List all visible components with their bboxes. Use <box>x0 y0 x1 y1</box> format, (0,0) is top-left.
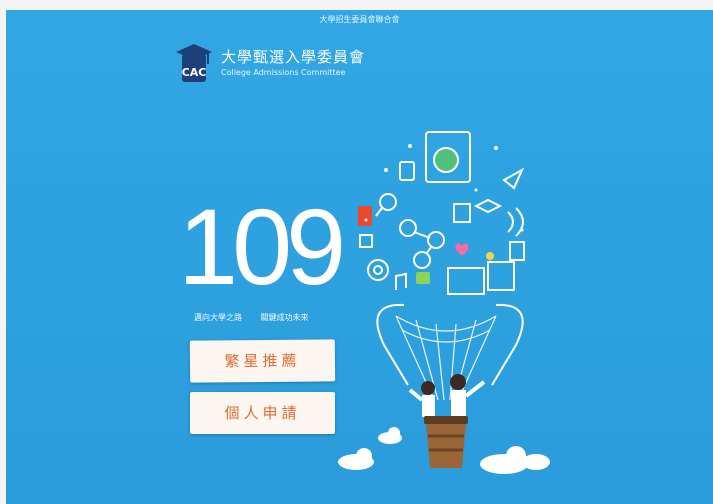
monitor-frame: 大學招生委員會聯合會 CAC 大學甄選入學委員會 College Admissi… <box>0 0 713 504</box>
slogan-left: 邁向大學之路 <box>194 313 242 322</box>
students-figures <box>408 374 486 417</box>
logo-text: CAC <box>182 66 207 79</box>
slogan-right: 關鍵成功未來 <box>260 313 309 322</box>
cac-emblem-icon: CAC <box>176 44 212 82</box>
hot-air-balloon-illustration <box>338 131 550 474</box>
youtube-icon <box>358 206 372 226</box>
top-banner-text: 大學招生委員會聯合會 <box>319 15 400 24</box>
personal-application-button[interactable]: 個人申請 <box>190 392 335 434</box>
bulb-icon <box>486 252 494 260</box>
chat-icon <box>416 272 430 284</box>
star-plan-button[interactable]: 繁星推薦 <box>189 339 336 383</box>
landing-page: 大學招生委員會聯合會 CAC 大學甄選入學委員會 College Admissi… <box>6 10 713 504</box>
site-logo[interactable]: CAC 大學甄選入學委員會 College Admissions Committ… <box>174 42 374 87</box>
committee-subtitle: College Admissions Committee <box>221 68 346 77</box>
balloon-basket <box>424 416 468 468</box>
heart-icon <box>455 243 469 256</box>
committee-title: 大學甄選入學委員會 <box>221 48 366 66</box>
balloon-net <box>395 315 497 401</box>
academic-year: 109 <box>178 186 346 307</box>
